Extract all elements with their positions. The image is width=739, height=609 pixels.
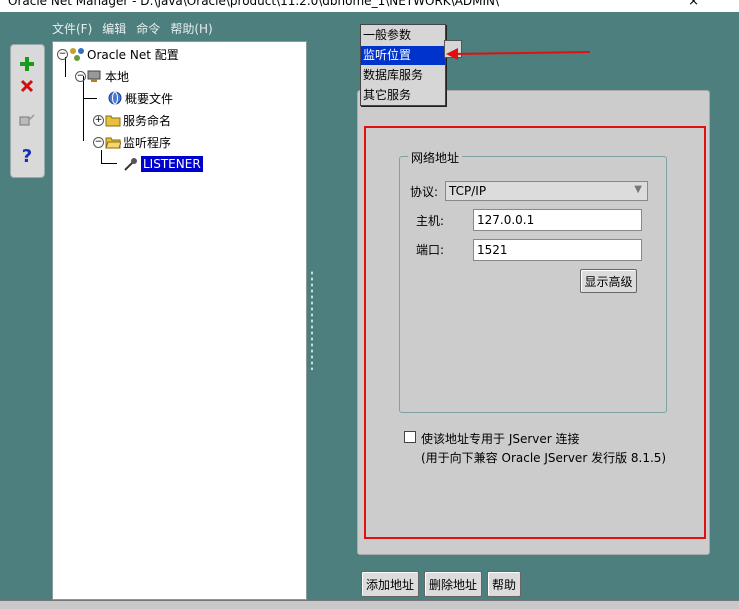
- collapse-icon[interactable]: −: [57, 48, 68, 60]
- test-icon: [19, 114, 35, 126]
- network-address-title: 网络地址: [408, 149, 463, 166]
- collapse-icon[interactable]: −: [75, 70, 86, 82]
- tree-node-root[interactable]: − Oracle Net 配置: [57, 45, 179, 63]
- protocol-label: 协议:: [410, 185, 439, 199]
- tree-label-listener: LISTENER: [141, 156, 203, 172]
- protocol-value: TCP/IP: [449, 184, 487, 198]
- help-button-footer[interactable]: 帮助: [487, 571, 521, 597]
- add-button[interactable]: [15, 53, 39, 75]
- x-icon: [20, 79, 34, 93]
- dropdown-item-listen-location[interactable]: 监听位置: [361, 46, 445, 65]
- tree-label-service-naming: 服务命名: [123, 113, 172, 128]
- dropdown-item-general[interactable]: 一般参数: [361, 26, 445, 45]
- port-input[interactable]: 1521: [473, 239, 642, 261]
- listener-icon: [123, 157, 139, 171]
- tree-label-local: 本地: [105, 69, 130, 84]
- tree-node-profile[interactable]: 概要文件: [107, 89, 173, 107]
- tree-node-local[interactable]: − 本地: [75, 67, 129, 85]
- close-icon[interactable]: ×: [688, 0, 699, 9]
- delete-button[interactable]: [15, 75, 39, 97]
- splitter-handle[interactable]: [310, 270, 314, 370]
- tree-label-listeners: 监听程序: [123, 135, 172, 150]
- host-input[interactable]: 127.0.0.1: [473, 209, 642, 231]
- window-title: Oracle Net Manager - D:\java\Oracle\prod…: [8, 0, 500, 8]
- help-button[interactable]: ?: [15, 145, 39, 167]
- expand-icon[interactable]: +: [93, 114, 104, 126]
- test-button[interactable]: [15, 109, 39, 131]
- navigator-tree: − Oracle Net 配置 − 本地 概要文件 + 服务命名 − 监听程序: [52, 41, 307, 600]
- menu-bar: 文件(F) 编辑 命令 帮助(H): [52, 20, 213, 38]
- window-titlebar: Oracle Net Manager - D:\java\Oracle\prod…: [0, 0, 739, 12]
- folder-icon: [105, 113, 121, 127]
- menu-file[interactable]: 文件(F): [52, 20, 92, 38]
- add-address-button[interactable]: 添加地址: [361, 571, 419, 597]
- computer-icon: [87, 69, 103, 83]
- host-label: 主机:: [416, 214, 445, 228]
- tree-node-service-naming[interactable]: + 服务命名: [93, 111, 171, 129]
- jserver-note: (用于向下兼容 Oracle JServer 发行版 8.1.5): [421, 451, 667, 465]
- network-config-icon: [69, 47, 85, 61]
- protocol-select[interactable]: TCP/IP ▼: [445, 181, 648, 201]
- tree-label-root: Oracle Net 配置: [87, 47, 179, 62]
- tree-node-listeners[interactable]: − 监听程序: [93, 133, 171, 151]
- folder-open-icon: [105, 135, 121, 149]
- collapse-icon[interactable]: −: [93, 136, 104, 148]
- port-label: 端口:: [416, 243, 445, 257]
- vertical-toolbar: ?: [10, 44, 45, 178]
- host-value: 127.0.0.1: [477, 213, 535, 227]
- annotation-arrow-icon: [446, 48, 591, 60]
- dropdown-item-other-services[interactable]: 其它服务: [361, 86, 445, 105]
- tree-label-profile: 概要文件: [125, 91, 174, 106]
- show-advanced-button[interactable]: 显示高级: [580, 269, 637, 293]
- globe-icon: [107, 91, 123, 105]
- tree-node-listener[interactable]: LISTENER: [123, 155, 203, 173]
- port-value: 1521: [477, 243, 508, 257]
- plus-icon: [20, 57, 34, 71]
- jserver-checkbox[interactable]: [404, 431, 416, 443]
- question-icon: ?: [21, 145, 33, 167]
- menu-command[interactable]: 命令: [136, 20, 160, 38]
- dropdown-item-database-services[interactable]: 数据库服务: [361, 66, 445, 85]
- section-dropdown-list: 一般参数 监听位置 数据库服务 其它服务: [360, 24, 446, 106]
- chevron-down-icon: ▼: [634, 184, 642, 195]
- jserver-checkbox-label: 使该地址专用于 JServer 连接: [421, 432, 580, 446]
- delete-address-button[interactable]: 删除地址: [424, 571, 482, 597]
- menu-edit[interactable]: 编辑: [102, 20, 126, 38]
- menu-help[interactable]: 帮助(H): [170, 20, 212, 38]
